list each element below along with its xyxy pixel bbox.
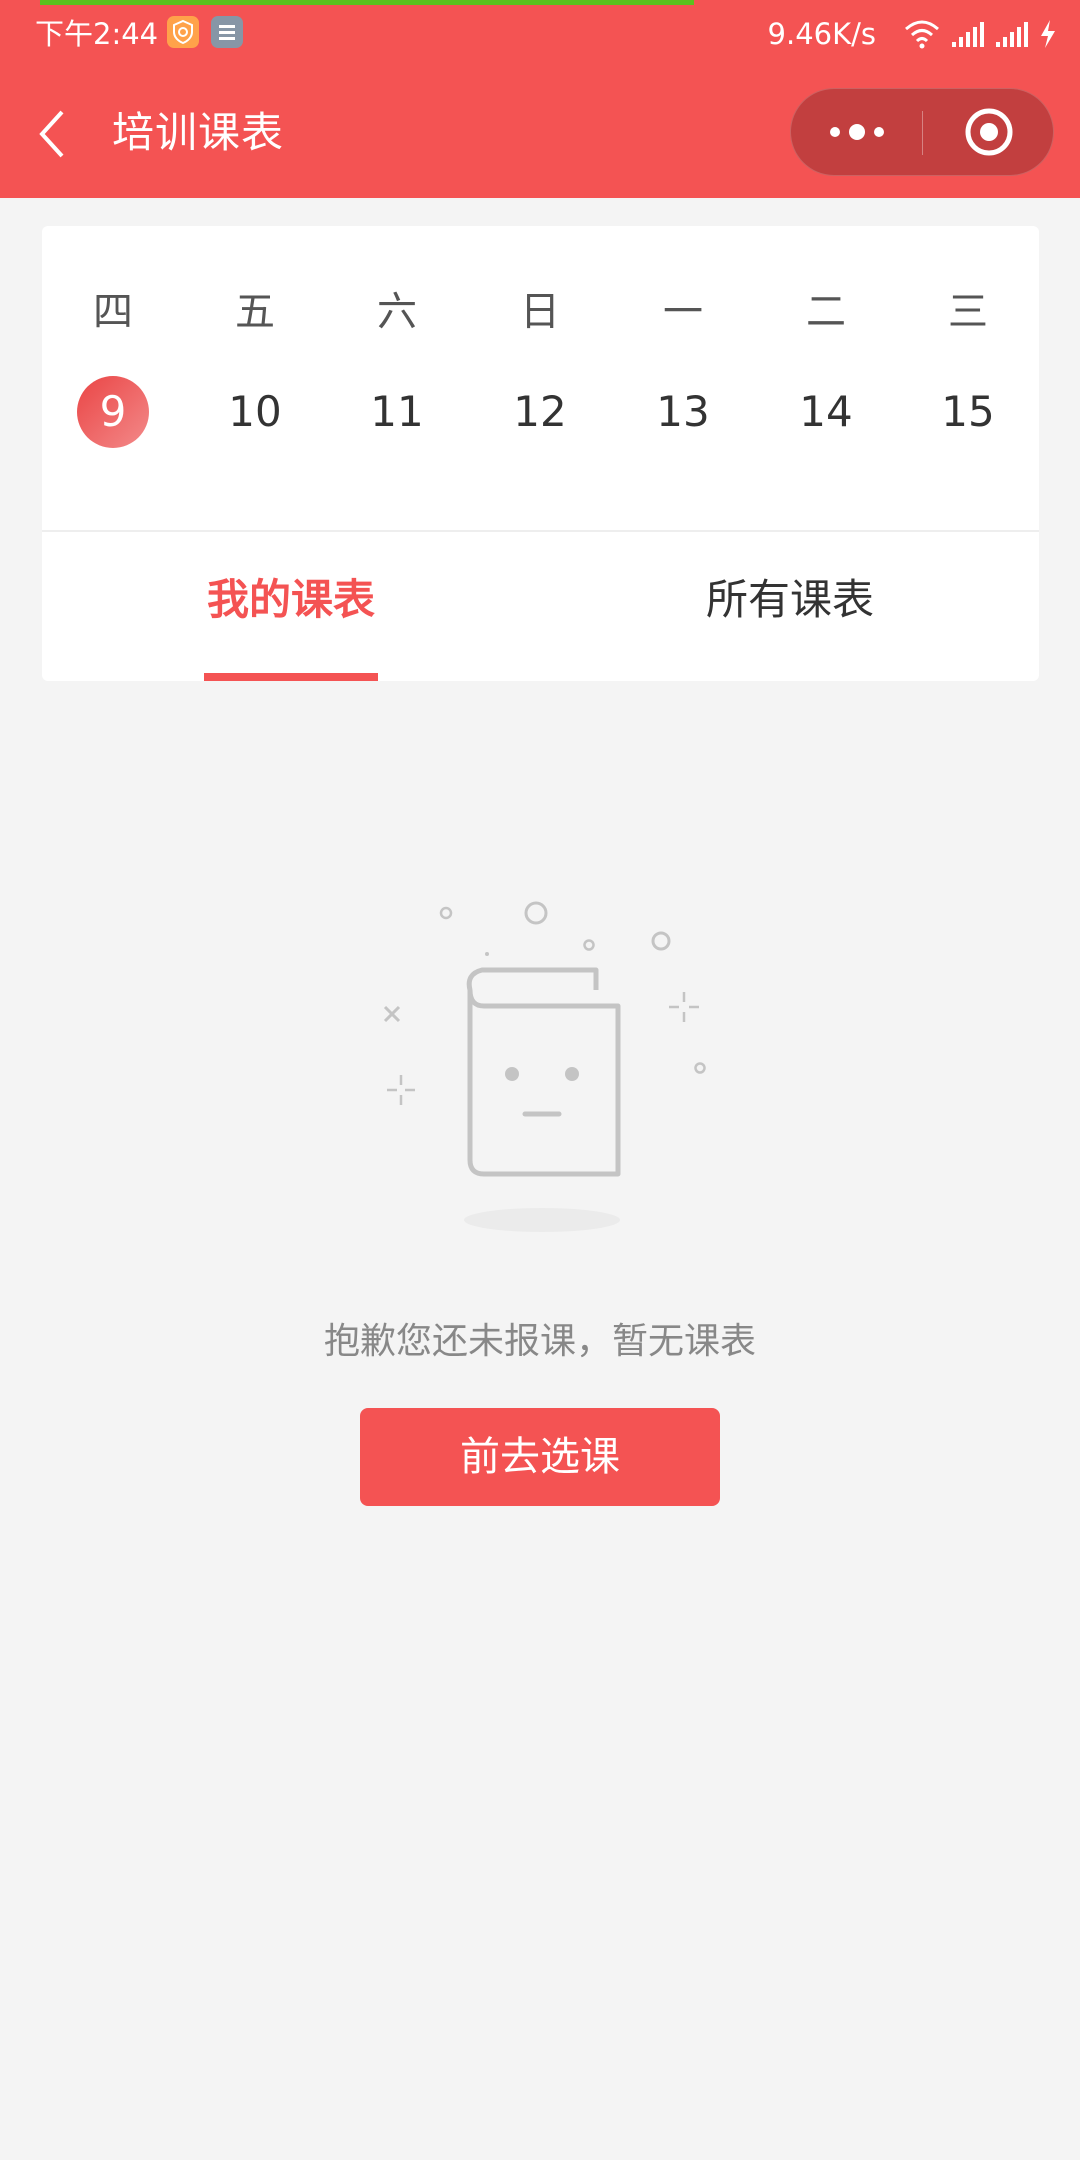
net-speed: 9.46K/s — [767, 17, 876, 51]
date-cell[interactable]: 13 — [612, 376, 754, 448]
header-bar: 下午2:44 9.46K/s 培训课表 — [0, 0, 1080, 198]
go-select-course-button[interactable]: 前去选课 — [360, 1408, 720, 1506]
tab-all-schedule[interactable]: 所有课表 — [541, 532, 1039, 681]
weekday-row: 四 五 六 日 一 二 三 — [42, 282, 1039, 342]
chevron-left-icon — [30, 110, 80, 168]
wifi-icon — [894, 17, 942, 51]
miniprogram-capsule — [790, 88, 1054, 176]
weekday-label: 五 — [235, 289, 275, 335]
weekday-label: 日 — [520, 289, 560, 335]
shield-icon — [167, 16, 199, 48]
weekday-label: 三 — [948, 289, 988, 335]
date-cell[interactable]: 11 — [326, 376, 468, 448]
mail-icon — [211, 16, 243, 48]
page-title: 培训课表 — [112, 108, 285, 157]
signal-icon — [942, 20, 986, 48]
more-button[interactable] — [791, 89, 923, 177]
status-right-group: 9.46K/s — [768, 14, 1058, 54]
date-cell[interactable]: 14 — [755, 376, 897, 448]
status-time: 下午2:44 — [35, 17, 159, 51]
date-cell[interactable]: 10 — [184, 376, 326, 448]
weekday-label: 六 — [377, 289, 417, 335]
page-load-progress — [40, 0, 694, 5]
date-number: 15 — [941, 387, 995, 436]
date-number: 12 — [513, 387, 567, 436]
more-dots-icon — [791, 89, 923, 177]
date-number: 9 — [77, 376, 149, 448]
charging-icon — [1030, 19, 1058, 49]
weekday-label: 一 — [663, 289, 703, 335]
weekday-label: 二 — [806, 289, 846, 335]
back-button[interactable] — [30, 104, 80, 164]
date-cell[interactable]: 12 — [469, 376, 611, 448]
target-icon — [923, 89, 1055, 177]
empty-state-message: 抱歉您还未报课，暂无课表 — [323, 1321, 756, 1362]
date-number: 11 — [370, 387, 424, 436]
calendar-card: 四 五 六 日 一 二 三 9 10 11 12 13 14 15 我的课表 所… — [42, 226, 1039, 681]
date-row: 9 10 11 12 13 14 15 — [42, 376, 1039, 448]
weekday-label: 四 — [93, 289, 133, 335]
book-face-icon — [370, 880, 720, 1240]
date-cell[interactable]: 15 — [897, 376, 1039, 448]
date-number: 13 — [656, 387, 710, 436]
signal-icon — [986, 20, 1030, 48]
date-cell-selected[interactable]: 9 — [42, 376, 184, 448]
date-number: 10 — [228, 387, 282, 436]
date-number: 14 — [799, 387, 853, 436]
active-tab-indicator — [204, 673, 378, 681]
tab-my-schedule[interactable]: 我的课表 — [42, 532, 540, 681]
close-miniprogram-button[interactable] — [923, 89, 1055, 177]
